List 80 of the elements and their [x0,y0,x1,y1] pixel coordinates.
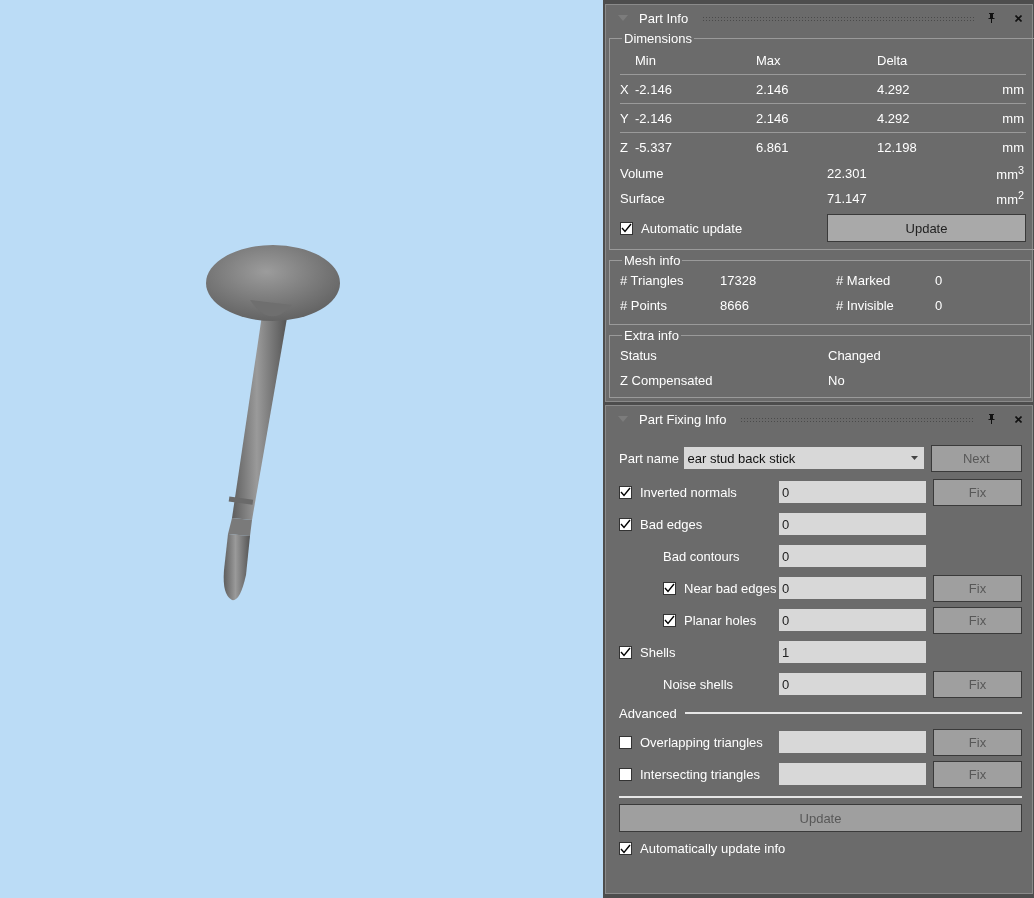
field-value: 17328 [720,273,758,288]
field-value: 0 [935,273,944,288]
group-title: Mesh info [623,253,682,268]
field-label: Bad contours [662,548,740,564]
checkbox[interactable] [663,581,676,595]
checkbox[interactable] [619,485,632,499]
count-field[interactable] [779,731,926,753]
field-label: # Invisible [836,298,895,313]
field-value: Changed [828,348,882,363]
table-cell-text: -5.337 [635,139,673,155]
checkbox[interactable] [663,613,676,627]
column-header: Min [635,52,657,68]
update-button[interactable]: Update [827,214,1026,242]
table-cell-text: 4.292 [877,81,911,97]
checkbox-label[interactable]: Automatic update [641,220,743,236]
panel-title: Part Info [639,10,689,26]
field-label: Noise shells [662,676,734,692]
pin-icon[interactable] [988,13,995,23]
section-title: Advanced [619,705,677,721]
field-value: 8666 [720,298,750,313]
group-title: Extra info [623,328,680,343]
table-cell-text: 4.292 [877,110,911,126]
checkbox-label[interactable]: Near bad edges [684,580,777,596]
field-label: Z Compensated [620,373,714,388]
checkbox-label[interactable]: Planar holes [684,612,757,628]
checkbox[interactable] [619,517,632,531]
column-header: Max [756,52,782,68]
table-cell-text: 2.146 [756,81,790,97]
checkbox-label[interactable]: Automatically update info [640,841,786,856]
axis-label: X [620,81,630,97]
checkbox-label[interactable]: Inverted normals [640,484,737,500]
close-icon[interactable] [1015,415,1022,423]
field-value: 22.301 [827,166,868,181]
field-value: 0 [935,298,944,313]
table-cell-text: 6.861 [756,139,790,155]
count-field[interactable]: 0 [779,609,926,631]
count-field[interactable]: 0 [779,577,926,599]
table-cell-text: -2.146 [635,81,673,97]
caret-icon [910,456,918,460]
table-cell-text: 12.198 [877,139,918,155]
unit-label: mm [1002,139,1025,155]
count-field[interactable]: 0 [779,481,926,503]
field-label: # Points [620,298,668,313]
checkbox[interactable] [620,221,633,235]
checkbox-label[interactable]: Intersecting triangles [640,766,760,782]
checkbox-label[interactable]: Overlapping triangles [640,734,763,750]
axis-label: Z [620,139,629,155]
unit-label: mm$^{2}$ [996,189,1025,208]
close-icon[interactable] [1015,14,1022,22]
panel-title: Part Fixing Info [639,411,727,427]
group-title: Dimensions [623,31,693,46]
3d-viewport[interactable] [0,0,603,898]
count-field[interactable]: 1 [779,641,926,663]
field-label: # Triangles [620,273,685,288]
field-label: Volume [620,166,665,181]
field-value: No [828,373,846,388]
count-field[interactable]: 0 [779,545,926,567]
axis-label: Y [620,110,630,126]
checkbox-label[interactable]: Bad edges [640,516,703,532]
count-field[interactable]: 0 [779,673,926,695]
checkbox-label[interactable]: Shells [640,644,676,660]
field-label: # Marked [836,273,892,288]
checkbox[interactable] [619,767,632,781]
table-cell-text: 2.146 [756,110,790,126]
unit-label: mm [1002,81,1025,97]
table-cell-text: -2.146 [635,110,673,126]
count-field[interactable] [779,763,926,785]
field-label: Part name [619,450,680,466]
part-name-dropdown[interactable]: ear stud back stick [683,447,924,469]
count-field[interactable]: 0 [779,513,926,535]
pin-icon[interactable] [988,414,995,424]
checkbox[interactable] [619,842,632,855]
column-header: Delta [877,52,909,68]
field-value: 71.147 [827,191,868,206]
field-label: Surface [620,191,666,206]
field-label: Status [620,348,658,363]
checkbox[interactable] [619,735,632,749]
unit-label: mm [1002,110,1025,126]
checkbox[interactable] [619,645,632,659]
unit-label: mm$^{3}$ [996,164,1025,183]
